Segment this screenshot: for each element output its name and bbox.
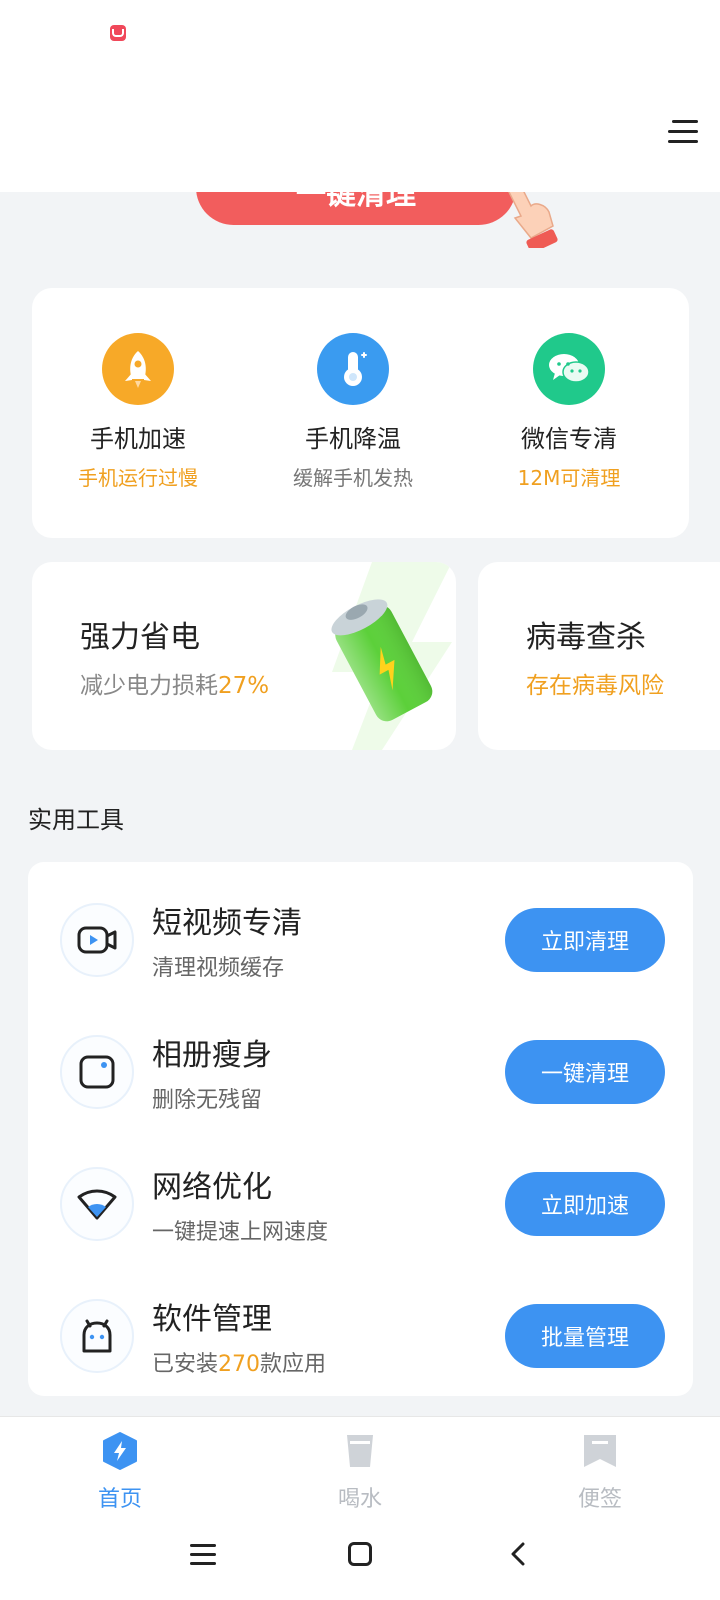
water-cup-icon xyxy=(347,1435,373,1467)
tool-row[interactable]: 网络优化 一键提速上网速度 立即加速 xyxy=(28,1156,693,1256)
tool-row[interactable]: 软件管理 已安装270款应用 批量管理 xyxy=(28,1288,693,1388)
tool-title: 网络优化 xyxy=(152,1170,272,1205)
rocket-icon xyxy=(102,333,174,405)
one-click-clean-album-button[interactable]: 一键清理 xyxy=(505,1040,665,1104)
quick-actions-card: 手机加速 手机运行过慢 手机降温 缓解手机发热 微信专清 12M可清理 xyxy=(32,288,689,538)
tools-card: 短视频专清 清理视频缓存 立即清理 相册瘦身 删除无残留 一键清理 网络优化 一… xyxy=(28,862,693,1396)
bottom-tab-bar: 首页 喝水 便签 xyxy=(0,1416,720,1514)
system-nav-bar xyxy=(0,1514,720,1600)
tool-subtitle: 已安装270款应用 xyxy=(152,1346,326,1378)
quick-action-subtitle: 缓解手机发热 xyxy=(293,466,413,490)
thermometer-icon xyxy=(317,333,389,405)
feature-subtitle-text: 减少电力损耗 xyxy=(80,673,218,699)
photo-album-icon xyxy=(60,1035,134,1109)
quick-action-subtitle: 手机运行过慢 xyxy=(78,466,198,490)
quick-action-title: 手机降温 xyxy=(305,425,401,453)
app-notification-icon xyxy=(110,25,126,41)
wechat-icon xyxy=(533,333,605,405)
speed-up-now-button[interactable]: 立即加速 xyxy=(505,1172,665,1236)
feature-subtitle-value: 27% xyxy=(218,673,270,699)
home-icon[interactable] xyxy=(348,1542,372,1566)
virus-scan-card[interactable]: 病毒查杀 存在病毒风险 xyxy=(478,562,720,750)
section-title: 实用工具 xyxy=(28,806,124,834)
tool-row[interactable]: 短视频专清 清理视频缓存 立即清理 xyxy=(28,892,693,992)
tool-subtitle: 一键提速上网速度 xyxy=(152,1220,329,1245)
tool-subtitle-prefix: 已安装 xyxy=(152,1352,219,1377)
quick-action-cooling[interactable]: 手机降温 缓解手机发热 xyxy=(253,333,453,491)
tool-subtitle: 清理视频缓存 xyxy=(152,956,285,981)
tab-notes[interactable]: 便签 xyxy=(540,1431,660,1513)
quick-action-title: 微信专清 xyxy=(521,425,617,453)
tool-title: 相册瘦身 xyxy=(152,1038,272,1073)
status-bar xyxy=(0,0,720,64)
tool-subtitle-suffix: 款应用 xyxy=(260,1352,327,1377)
recent-apps-icon[interactable] xyxy=(190,1544,216,1566)
tab-home[interactable]: 首页 xyxy=(60,1431,180,1513)
tool-title: 软件管理 xyxy=(152,1302,272,1337)
installed-app-count: 270 xyxy=(218,1352,261,1377)
tab-drink-water[interactable]: 喝水 xyxy=(300,1431,420,1513)
quick-action-wechat[interactable]: 微信专清 12M可清理 xyxy=(469,333,669,491)
tool-subtitle: 删除无残留 xyxy=(152,1088,263,1113)
home-bolt-icon xyxy=(103,1432,137,1470)
feature-subtitle: 减少电力损耗27% xyxy=(80,666,269,700)
video-camera-icon xyxy=(60,903,134,977)
quick-action-speedup[interactable]: 手机加速 手机运行过慢 xyxy=(38,333,238,491)
tool-row[interactable]: 相册瘦身 删除无残留 一键清理 xyxy=(28,1024,693,1124)
tab-label: 便签 xyxy=(577,1487,622,1512)
clean-now-button[interactable]: 立即清理 xyxy=(505,908,665,972)
power-saving-card[interactable]: 强力省电 减少电力损耗27% xyxy=(32,562,456,750)
quick-action-subtitle: 12M可清理 xyxy=(517,466,621,490)
header xyxy=(0,64,720,192)
quick-action-title: 手机加速 xyxy=(90,425,186,453)
wifi-icon xyxy=(60,1167,134,1241)
feature-subtitle: 存在病毒风险 xyxy=(526,673,664,699)
bookmark-icon xyxy=(584,1435,616,1467)
android-icon xyxy=(60,1299,134,1373)
menu-icon[interactable] xyxy=(668,120,698,144)
battery-icon xyxy=(331,562,452,750)
feature-title: 病毒查杀 xyxy=(526,620,646,655)
feature-title: 强力省电 xyxy=(80,620,200,655)
tab-label: 喝水 xyxy=(337,1487,382,1512)
tab-label: 首页 xyxy=(97,1487,142,1512)
tool-title: 短视频专清 xyxy=(152,906,302,941)
screen: 一键清理 手机加速 手机运行过慢 手机降温 缓解手机发热 微信专清 12M可清理… xyxy=(0,0,720,1600)
back-icon[interactable] xyxy=(510,1542,526,1566)
batch-manage-button[interactable]: 批量管理 xyxy=(505,1304,665,1368)
